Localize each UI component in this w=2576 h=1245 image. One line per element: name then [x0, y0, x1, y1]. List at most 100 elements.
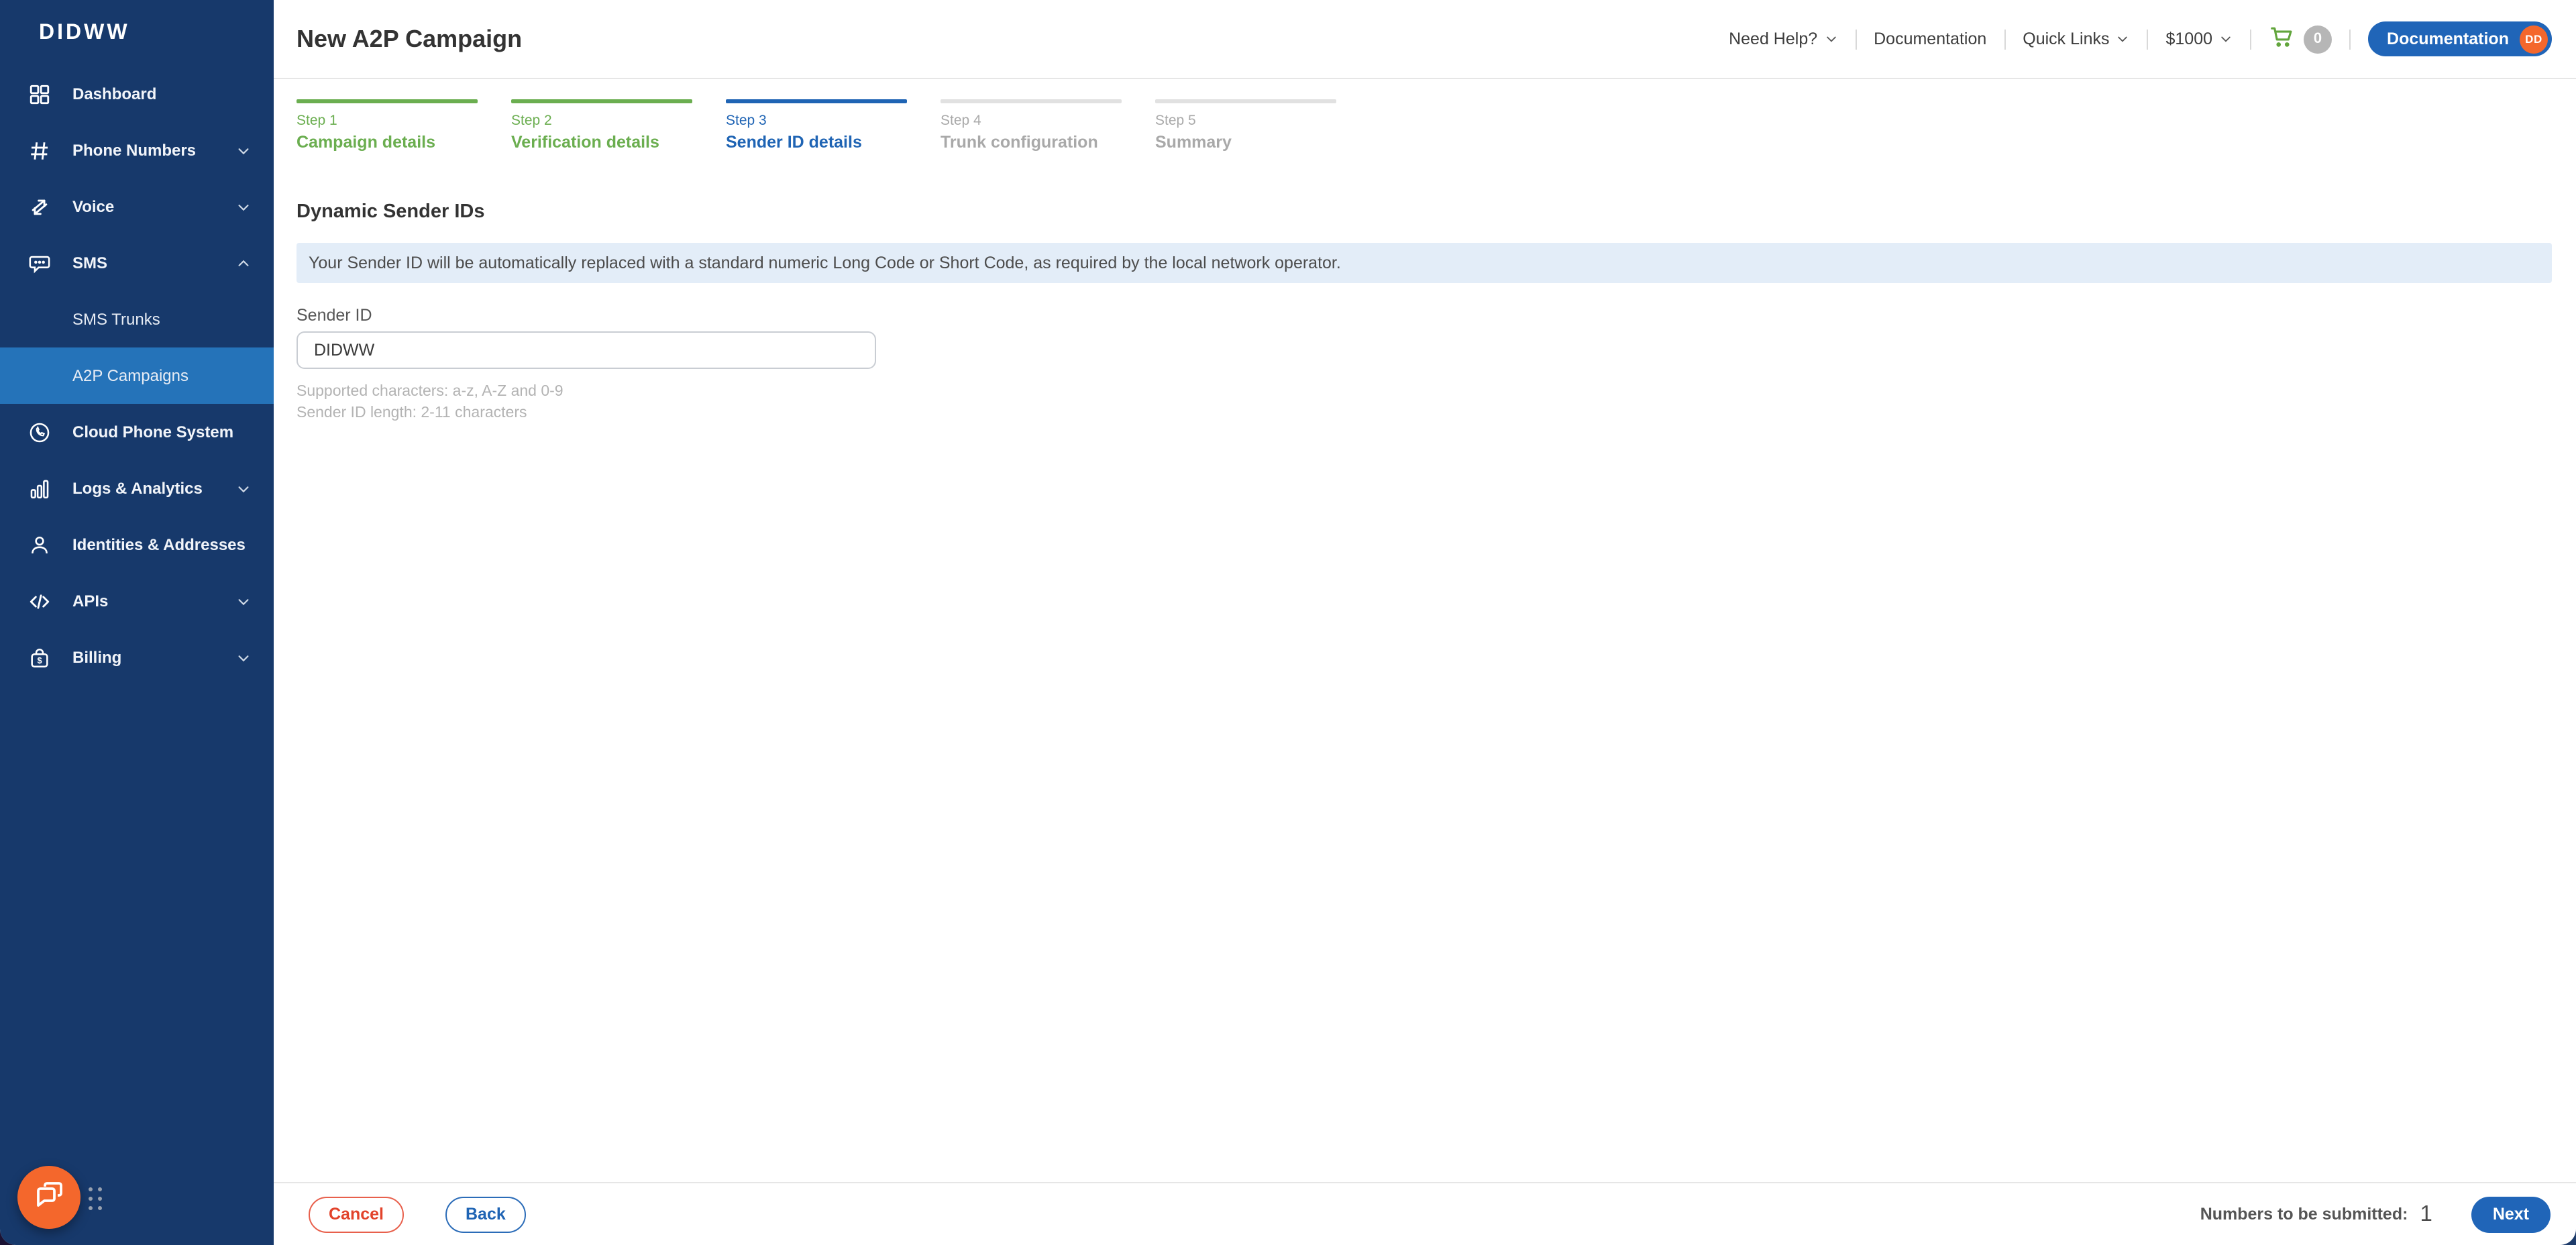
sidebar-item-label: Cloud Phone System	[72, 423, 233, 441]
voice-arrows-icon	[25, 195, 52, 218]
cancel-button[interactable]: Cancel	[309, 1196, 404, 1232]
balance-menu[interactable]: $1000	[2166, 30, 2233, 48]
divider	[2250, 29, 2251, 49]
sidebar: DIDWW Dashboard Phone Numbers	[0, 0, 274, 1245]
step-1-campaign-details[interactable]: Step 1 Campaign details	[297, 99, 478, 152]
sidebar-item-label: APIs	[72, 592, 108, 610]
chevron-down-icon	[236, 594, 251, 608]
chat-launcher-button[interactable]	[17, 1166, 80, 1229]
documentation-link[interactable]: Documentation	[1874, 30, 1986, 48]
main-area: New A2P Campaign Need Help? Documentatio…	[274, 0, 2576, 1245]
code-icon	[25, 590, 52, 612]
sidebar-item-phone-numbers[interactable]: Phone Numbers	[0, 122, 274, 178]
step-progress-bar	[511, 99, 692, 103]
sidebar-item-label: Voice	[72, 197, 114, 216]
next-button[interactable]: Next	[2471, 1196, 2551, 1232]
svg-text:$: $	[36, 655, 41, 665]
need-help-menu[interactable]: Need Help?	[1729, 30, 1837, 48]
step-number: Step 1	[297, 113, 478, 129]
step-number: Step 2	[511, 113, 692, 129]
person-icon	[25, 533, 52, 556]
cart-button[interactable]: 0	[2269, 24, 2332, 54]
step-label: Sender ID details	[726, 133, 907, 152]
step-label: Campaign details	[297, 133, 478, 152]
hint-sender-id-length: Sender ID length: 2-11 characters	[297, 402, 2552, 424]
sidebar-item-sms-trunks[interactable]: SMS Trunks	[0, 291, 274, 347]
sidebar-item-voice[interactable]: Voice	[0, 178, 274, 235]
step-2-verification-details[interactable]: Step 2 Verification details	[511, 99, 692, 152]
sidebar-item-sms[interactable]: SMS	[0, 235, 274, 291]
chevron-down-icon	[1824, 32, 1837, 46]
chevron-down-icon	[2219, 32, 2233, 46]
divider	[2004, 29, 2005, 49]
dashboard-grid-icon	[25, 83, 52, 105]
documentation-button-label: Documentation	[2387, 30, 2509, 48]
step-label: Summary	[1155, 133, 1336, 152]
sidebar-item-logs-analytics[interactable]: Logs & Analytics	[0, 460, 274, 517]
header-links: Need Help? Documentation Quick Links $1	[1729, 21, 2552, 56]
sidebar-item-label: Dashboard	[72, 85, 156, 103]
chevron-down-icon	[236, 199, 251, 214]
input-hints: Supported characters: a-z, A-Z and 0-9 S…	[297, 381, 2552, 424]
documentation-button[interactable]: Documentation DD	[2368, 21, 2552, 56]
step-progress-bar	[726, 99, 907, 103]
bar-chart-icon	[25, 477, 52, 500]
step-3-sender-id-details[interactable]: Step 3 Sender ID details	[726, 99, 907, 152]
sidebar-item-apis[interactable]: APIs	[0, 573, 274, 629]
content-panel: Dynamic Sender IDs Your Sender ID will b…	[274, 152, 2576, 1182]
sidebar-item-a2p-campaigns[interactable]: A2P Campaigns	[0, 347, 274, 404]
sidebar-item-label: Logs & Analytics	[72, 479, 203, 498]
step-label: Trunk configuration	[941, 133, 1122, 152]
sms-bubble-icon	[25, 252, 52, 274]
info-banner: Your Sender ID will be automatically rep…	[297, 243, 2552, 283]
chat-bubbles-icon	[33, 1178, 65, 1217]
hint-supported-characters: Supported characters: a-z, A-Z and 0-9	[297, 381, 2552, 402]
balance-amount: $1000	[2166, 30, 2213, 48]
step-progress-bar	[941, 99, 1122, 103]
sidebar-item-cloud-phone-system[interactable]: Cloud Phone System	[0, 404, 274, 460]
app-window: DIDWW Dashboard Phone Numbers	[0, 0, 2576, 1245]
avatar: DD	[2520, 25, 2548, 53]
divider	[1855, 29, 1856, 49]
billing-bag-icon: $	[25, 646, 52, 669]
numbers-to-submit-value: 1	[2420, 1201, 2432, 1227]
didww-logo[interactable]: DIDWW	[0, 0, 274, 66]
chevron-up-icon	[236, 256, 251, 270]
quick-links-menu[interactable]: Quick Links	[2023, 30, 2129, 48]
chevron-down-icon	[236, 143, 251, 158]
sender-id-label: Sender ID	[297, 306, 2552, 325]
chevron-down-icon	[236, 481, 251, 496]
cart-count-badge: 0	[2304, 25, 2332, 53]
shopping-cart-icon	[2269, 24, 2294, 54]
sender-id-input[interactable]	[297, 331, 876, 369]
sidebar-item-label: Phone Numbers	[72, 141, 196, 160]
wizard-footer: Cancel Back Numbers to be submitted: 1 N…	[274, 1182, 2576, 1245]
sidebar-nav: Dashboard Phone Numbers Voice	[0, 66, 274, 686]
back-button[interactable]: Back	[445, 1196, 526, 1232]
step-4-trunk-configuration[interactable]: Step 4 Trunk configuration	[941, 99, 1122, 152]
step-progress-bar	[297, 99, 478, 103]
sidebar-item-dashboard[interactable]: Dashboard	[0, 66, 274, 122]
sidebar-item-label: SMS	[72, 254, 107, 272]
divider	[2349, 29, 2351, 49]
chevron-down-icon	[2116, 32, 2130, 46]
sidebar-item-identities-addresses[interactable]: Identities & Addresses	[0, 517, 274, 573]
step-5-summary[interactable]: Step 5 Summary	[1155, 99, 1336, 152]
phone-circle-icon	[25, 421, 52, 443]
quick-links-label: Quick Links	[2023, 30, 2109, 48]
step-number: Step 5	[1155, 113, 1336, 129]
wizard-stepper: Step 1 Campaign details Step 2 Verificat…	[274, 79, 2576, 152]
need-help-label: Need Help?	[1729, 30, 1817, 48]
top-header: New A2P Campaign Need Help? Documentatio…	[274, 0, 2576, 79]
step-label: Verification details	[511, 133, 692, 152]
chat-drag-handle[interactable]	[89, 1187, 102, 1210]
sidebar-item-label: Identities & Addresses	[72, 535, 246, 554]
page-title: New A2P Campaign	[297, 25, 522, 53]
step-progress-bar	[1155, 99, 1336, 103]
sidebar-item-billing[interactable]: $ Billing	[0, 629, 274, 686]
hash-icon	[25, 139, 52, 162]
footer-right: Numbers to be submitted: 1 Next	[2200, 1196, 2551, 1232]
step-number: Step 3	[726, 113, 907, 129]
step-number: Step 4	[941, 113, 1122, 129]
numbers-to-submit-label: Numbers to be submitted:	[2200, 1205, 2408, 1224]
